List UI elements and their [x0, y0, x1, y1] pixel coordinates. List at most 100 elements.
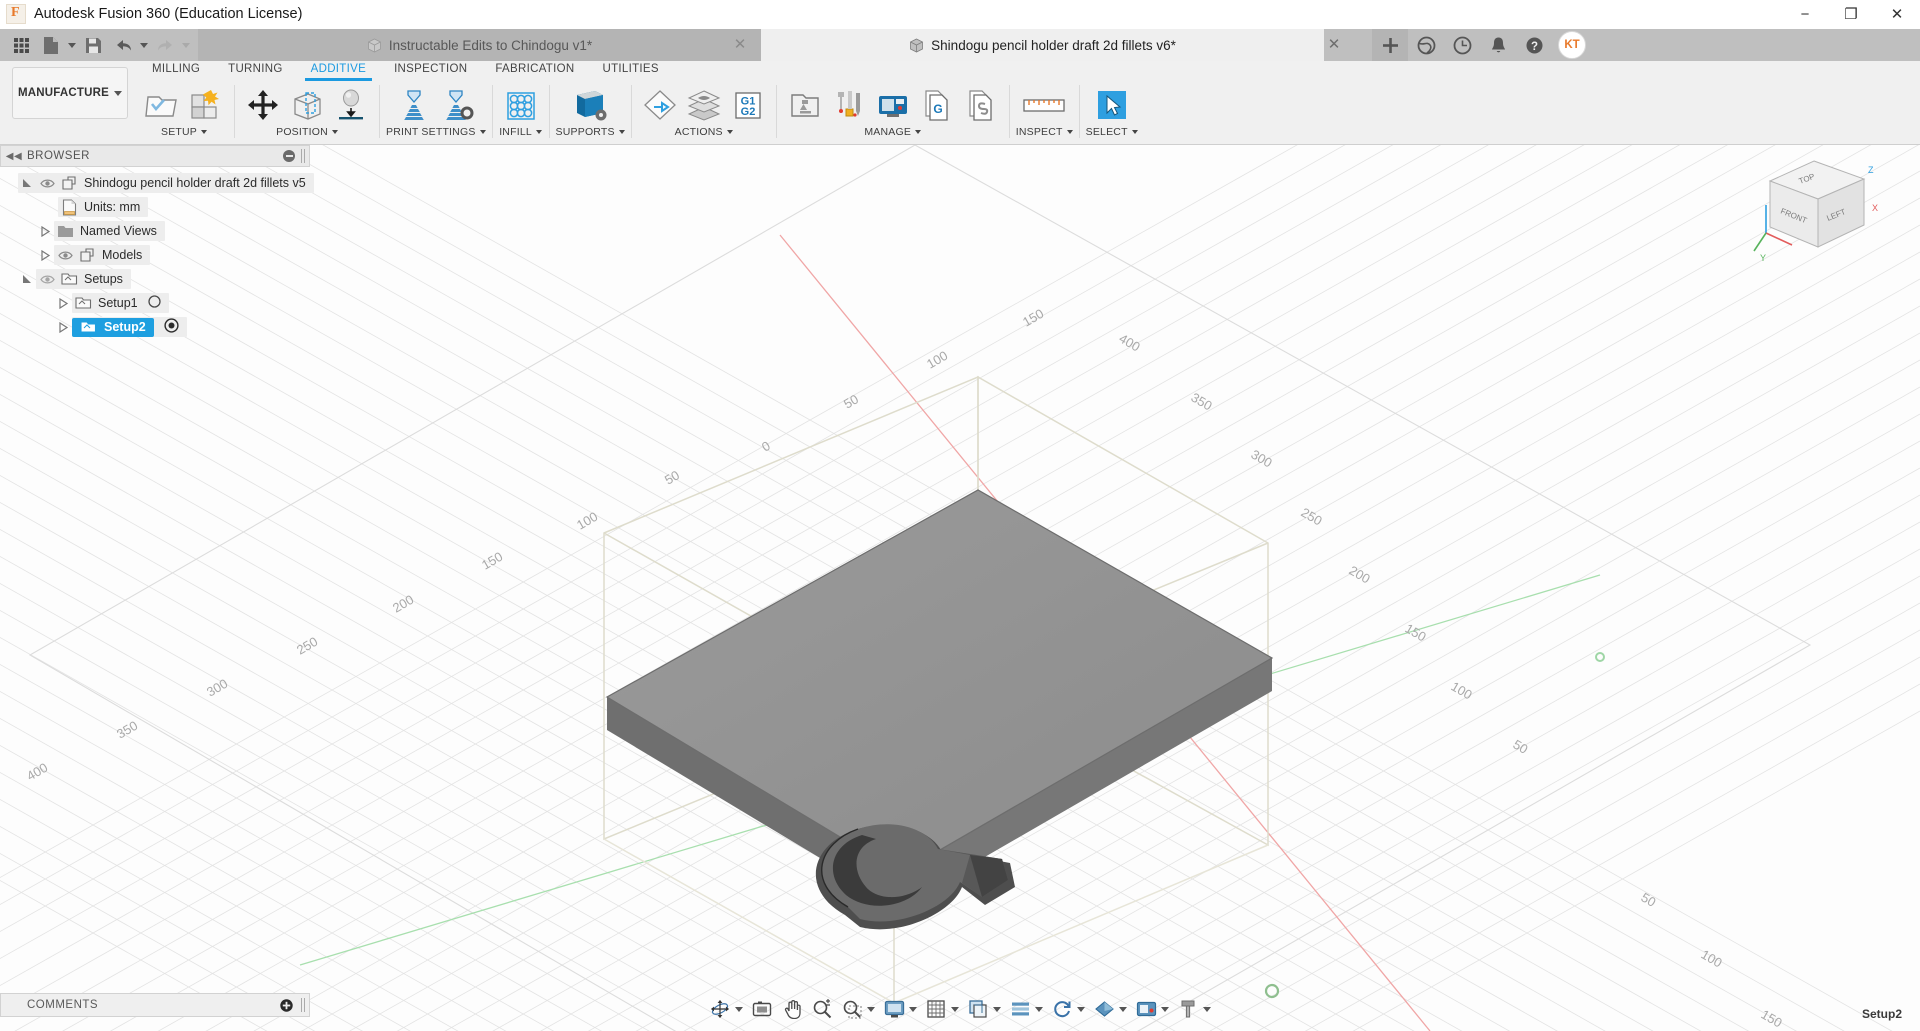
- screenshot-dropdown-icon[interactable]: [1159, 1006, 1171, 1012]
- ribbon-tab-utilities[interactable]: UTILITIES: [588, 61, 672, 78]
- redo-dropdown[interactable]: [180, 31, 192, 59]
- layout-grid-button[interactable]: [1005, 996, 1047, 1022]
- ribbon-panel-position-label[interactable]: POSITION: [276, 126, 338, 138]
- redo-icon[interactable]: [150, 31, 180, 59]
- display-settings-dropdown-icon[interactable]: [907, 1006, 919, 1012]
- ribbon-tab-fabrication[interactable]: FABRICATION: [481, 61, 588, 78]
- tree-item-setups[interactable]: Setups: [0, 267, 310, 291]
- place-on-platform-icon[interactable]: [329, 85, 373, 125]
- supports-icon[interactable]: [565, 85, 615, 125]
- generate-toolpath-icon[interactable]: [638, 85, 682, 125]
- select-cursor-icon[interactable]: [1090, 85, 1134, 125]
- expander-closed-icon[interactable]: [36, 225, 54, 237]
- orbit-dropdown-icon[interactable]: [733, 1006, 745, 1012]
- g1g2-icon[interactable]: G1 G2: [726, 85, 770, 125]
- minimize-button[interactable]: −: [1782, 0, 1828, 29]
- simulate-icon[interactable]: [682, 85, 726, 125]
- ribbon-panel-infill-label[interactable]: INFILL: [499, 126, 542, 138]
- ribbon-panel-inspect-label[interactable]: INSPECT: [1016, 126, 1073, 138]
- ribbon-tab-inspection[interactable]: INSPECTION: [380, 61, 481, 78]
- grid-snaps-dropdown-icon[interactable]: [949, 1006, 961, 1012]
- print-settings-icon[interactable]: [392, 85, 436, 125]
- tree-item-root[interactable]: Shindogu pencil holder draft 2d fillets …: [0, 171, 314, 195]
- display-settings-button[interactable]: [879, 996, 921, 1022]
- ribbon-panel-actions-label[interactable]: ACTIONS: [675, 126, 733, 138]
- machine-library-icon[interactable]: [827, 85, 871, 125]
- workspace-selector[interactable]: MANUFACTURE: [12, 67, 128, 119]
- comments-resize-grip[interactable]: [301, 998, 305, 1012]
- grid-apps-icon[interactable]: [6, 31, 36, 59]
- new-additive-arrangement-icon[interactable]: [184, 85, 228, 125]
- expander-open-icon[interactable]: [18, 178, 36, 189]
- tree-item-models[interactable]: Models: [0, 243, 310, 267]
- ribbon-panel-select-label[interactable]: SELECT: [1086, 126, 1138, 138]
- undo-icon[interactable]: [108, 31, 138, 59]
- document-tab-1[interactable]: Instructable Edits to Chindogu v1* ✕: [198, 29, 761, 61]
- browser-resize-grip[interactable]: [301, 149, 305, 163]
- post-library-icon[interactable]: [871, 85, 915, 125]
- visibility-eye-icon[interactable]: [54, 250, 76, 261]
- browser-minimize-icon[interactable]: [283, 150, 295, 162]
- move-icon[interactable]: [241, 85, 285, 125]
- undo-dropdown[interactable]: [138, 31, 150, 59]
- help-icon[interactable]: ?: [1516, 29, 1552, 61]
- appearance-button[interactable]: [1089, 996, 1131, 1022]
- pan-button[interactable]: [777, 996, 807, 1022]
- document-tab-1-close-icon[interactable]: ✕: [732, 37, 748, 53]
- viewports-button[interactable]: [963, 996, 1005, 1022]
- globe-icon[interactable]: [1408, 29, 1444, 61]
- look-at-button[interactable]: [747, 996, 777, 1022]
- ribbon-tab-additive[interactable]: ADDITIVE: [297, 61, 380, 81]
- tool-filter-dropdown-icon[interactable]: [1201, 1006, 1213, 1012]
- ribbon-panel-print-settings-label[interactable]: PRINT SETTINGS: [386, 126, 486, 138]
- viewcube[interactable]: TOP FRONT LEFT Z X Y: [1752, 155, 1882, 275]
- ribbon-tab-turning[interactable]: TURNING: [214, 61, 297, 78]
- zoom-window-dropdown-icon[interactable]: [865, 1006, 877, 1012]
- expander-closed-icon[interactable]: [54, 297, 72, 309]
- grid-snaps-button[interactable]: [921, 996, 963, 1022]
- bell-icon[interactable]: [1480, 29, 1516, 61]
- ribbon-panel-setup-label[interactable]: SETUP: [161, 126, 207, 138]
- layout-grid-dropdown-icon[interactable]: [1033, 1006, 1045, 1012]
- clock-icon[interactable]: [1444, 29, 1480, 61]
- comments-panel[interactable]: COMMENTS: [0, 993, 310, 1017]
- tool-library-icon[interactable]: [783, 85, 827, 125]
- arrange-icon[interactable]: [285, 85, 329, 125]
- tree-item-setup2[interactable]: Setup2: [0, 315, 310, 339]
- zoom-button[interactable]: [807, 996, 837, 1022]
- tree-item-setup1[interactable]: Setup1: [0, 291, 310, 315]
- appearance-dropdown-icon[interactable]: [1117, 1006, 1129, 1012]
- measure-icon[interactable]: [1019, 85, 1069, 125]
- ribbon-tab-milling[interactable]: MILLING: [138, 61, 214, 78]
- orbit-button[interactable]: [705, 996, 747, 1022]
- new-document-dropdown[interactable]: [66, 31, 78, 59]
- expander-closed-icon[interactable]: [36, 249, 54, 261]
- s-post-icon[interactable]: [959, 85, 1003, 125]
- document-tab-2[interactable]: Shindogu pencil holder draft 2d fillets …: [761, 29, 1324, 61]
- setup2-active-radio[interactable]: [164, 318, 179, 336]
- new-tab-button[interactable]: [1372, 29, 1408, 61]
- ribbon-panel-manage-label[interactable]: MANAGE: [864, 126, 922, 138]
- expander-open-icon[interactable]: [18, 274, 36, 285]
- document-tab-2-close-icon[interactable]: ✕: [1326, 37, 1342, 53]
- refresh-dropdown-icon[interactable]: [1075, 1006, 1087, 1012]
- expander-closed-icon[interactable]: [54, 321, 72, 333]
- maximize-button[interactable]: ❐: [1828, 0, 1874, 29]
- close-button[interactable]: ✕: [1874, 0, 1920, 29]
- zoom-window-button[interactable]: [837, 996, 879, 1022]
- new-setup-icon[interactable]: [140, 85, 184, 125]
- new-document-icon[interactable]: [36, 31, 66, 59]
- infill-icon[interactable]: [499, 85, 543, 125]
- tree-item-named-views[interactable]: Named Views: [0, 219, 310, 243]
- visibility-eye-icon[interactable]: [36, 274, 58, 285]
- g-post-icon[interactable]: G: [915, 85, 959, 125]
- refresh-button[interactable]: [1047, 996, 1089, 1022]
- avatar[interactable]: KT: [1558, 31, 1586, 59]
- save-icon[interactable]: [78, 31, 108, 59]
- tool-filter-button[interactable]: [1173, 996, 1215, 1022]
- edit-print-settings-icon[interactable]: [436, 85, 480, 125]
- ribbon-panel-supports-label[interactable]: SUPPORTS: [556, 126, 625, 138]
- visibility-eye-icon[interactable]: [36, 178, 58, 189]
- viewports-dropdown-icon[interactable]: [991, 1006, 1003, 1012]
- collapse-left-icon[interactable]: ◀◀: [1, 151, 27, 162]
